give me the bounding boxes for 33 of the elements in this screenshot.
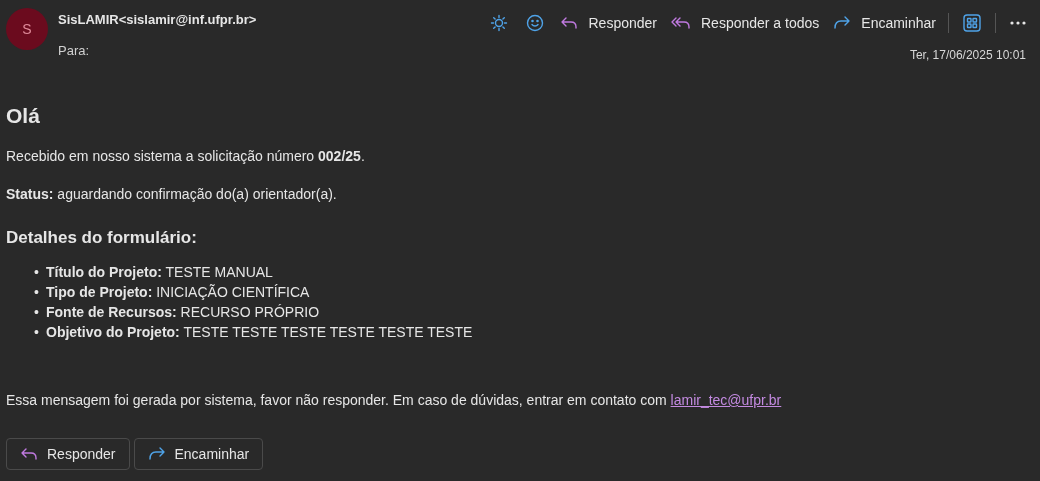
reply-all-button[interactable]: Responder a todos bbox=[665, 9, 826, 37]
detail-item: Tipo de Projeto: INICIAÇÃO CIENTÍFICA bbox=[46, 283, 310, 302]
bullet-marker: • bbox=[34, 303, 40, 322]
sender-name: SisLAMIR bbox=[58, 11, 119, 29]
apps-icon[interactable] bbox=[963, 14, 981, 32]
emoji-icon[interactable] bbox=[526, 14, 545, 32]
greeting-heading: Olá bbox=[6, 103, 41, 129]
detail-item: Título do Projeto: TESTE MANUAL bbox=[46, 263, 273, 282]
sun-icon[interactable] bbox=[490, 14, 509, 32]
date-label: Ter, 17/06/2025 10:01 bbox=[909, 47, 1026, 64]
reply-button[interactable]: Responder bbox=[6, 438, 130, 470]
to-label: Para: bbox=[58, 41, 91, 60]
reply-button[interactable]: Responder bbox=[554, 9, 663, 37]
bullet-marker: • bbox=[34, 323, 40, 342]
footer-text: Essa mensagem foi gerada por sistema, favor não responder. Em caso de dúvidas, entrar em contato com bbox=[6, 392, 667, 408]
detail-item: Fonte de Recursos: RECURSO PRÓPRIO bbox=[46, 303, 320, 322]
body-paragraph: Status: aguardando confirmação do(a) orientador(a). bbox=[6, 184, 338, 204]
forward-icon bbox=[833, 15, 852, 31]
reply-icon bbox=[560, 15, 579, 31]
more-icon[interactable] bbox=[1010, 21, 1026, 25]
avatar: S bbox=[6, 8, 48, 50]
reply-icon bbox=[20, 446, 38, 462]
reply-all-icon bbox=[671, 15, 691, 31]
bullet-marker: • bbox=[34, 263, 40, 282]
forward-button[interactable]: Encaminhar bbox=[827, 9, 942, 37]
body-paragraph: Recebido em nosso sistema a solicitação número 002/25. bbox=[6, 146, 366, 166]
sender-email: <sislamir@inf.ufpr.br> bbox=[118, 11, 257, 29]
forward-icon bbox=[147, 446, 166, 462]
email-link[interactable]: lamir_tec@ufpr.br bbox=[670, 392, 782, 408]
forward-button[interactable]: Encaminhar bbox=[133, 438, 264, 470]
section-heading: Detalhes do formulário: bbox=[6, 226, 198, 249]
bullet-marker: • bbox=[34, 283, 40, 302]
detail-item: Objetivo do Projeto: TESTE TESTE TESTE TESTE TESTE TESTE bbox=[46, 323, 473, 342]
